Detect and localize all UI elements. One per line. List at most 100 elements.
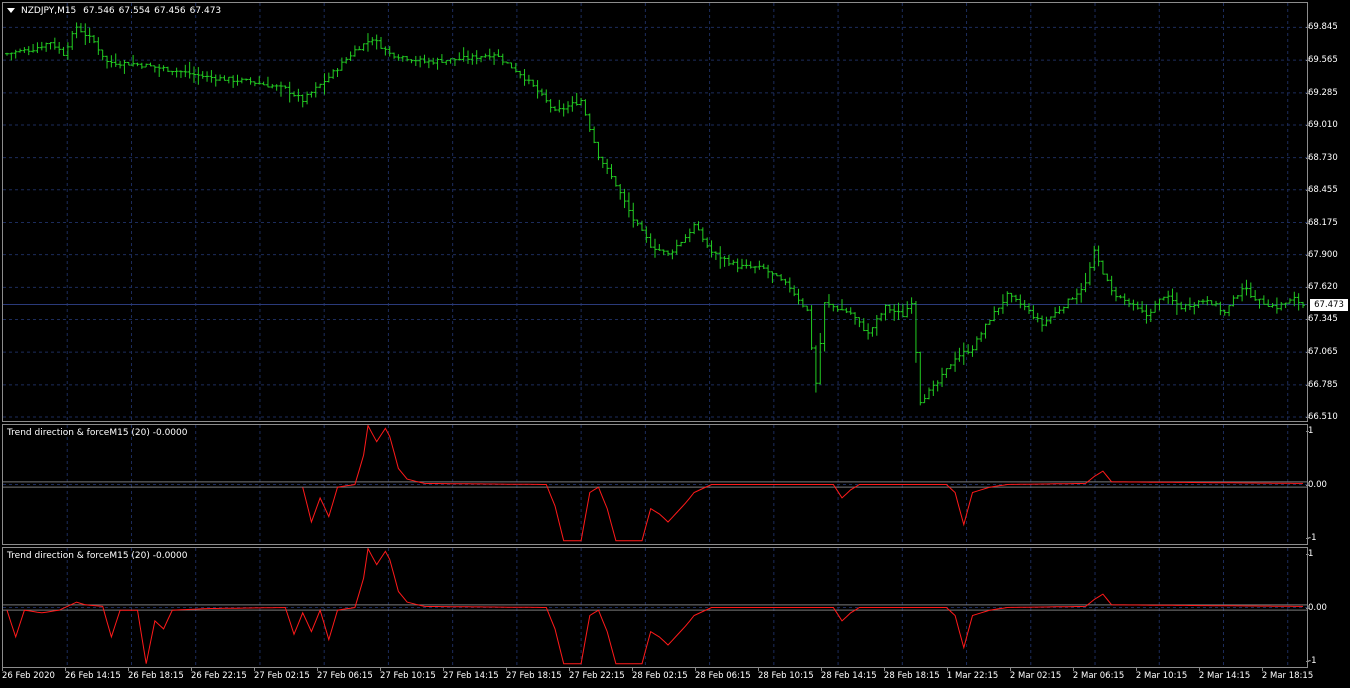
price-bar [1083, 272, 1088, 293]
price-bar [357, 46, 362, 51]
time-axis[interactable]: 26 Feb 2020 26 Feb 14:15 26 Feb 18:15 26 Fe… [2, 668, 1313, 688]
price-bar [200, 71, 205, 79]
price-bar [339, 57, 344, 71]
price-bar [226, 76, 231, 84]
indicator-1-scale[interactable]: 1 0.00 -1 [1305, 424, 1350, 545]
time-axis-tick: 27 Feb 14:15 [442, 668, 499, 681]
price-bar [574, 92, 579, 106]
price-scale[interactable]: 67.473 69.845 69.565 69.285 69.010 68.730 68.… [1306, 2, 1350, 422]
price-bar [196, 67, 201, 85]
price-bar [870, 327, 875, 337]
price-bar [753, 266, 758, 274]
price-bar [1248, 282, 1253, 299]
price-bar [622, 188, 627, 209]
price-bar [22, 47, 27, 53]
price-bar [187, 61, 192, 79]
price-scale-tick: 69.845 [1306, 22, 1338, 33]
low-value: 67.456 [154, 6, 186, 16]
price-bar [483, 53, 488, 58]
price-bar [148, 62, 153, 67]
price-bar [666, 250, 671, 257]
price-bar [592, 126, 597, 144]
price-bar [222, 75, 227, 81]
price-bar [1140, 301, 1145, 314]
price-bar [587, 113, 592, 132]
price-scale-tick: 68.175 [1306, 217, 1338, 228]
price-bar [1013, 294, 1018, 302]
price-bar [192, 66, 197, 83]
price-bar [683, 234, 688, 243]
price-bar [552, 106, 557, 112]
price-bar [535, 80, 540, 99]
close-value: 67.473 [189, 6, 222, 16]
price-bar [126, 61, 131, 66]
price-bar [1296, 293, 1301, 311]
price-bar [244, 78, 249, 81]
price-bar [400, 55, 405, 62]
price-bar [900, 304, 905, 318]
price-bar [613, 176, 618, 187]
price-bar [1105, 273, 1110, 282]
price-bar [583, 99, 588, 116]
price-bar [1205, 296, 1210, 306]
indicator-pane-1[interactable]: Trend direction & forceM15 (20) -0.0000 [2, 424, 1308, 545]
price-bar [700, 227, 705, 243]
price-bar [970, 345, 975, 357]
price-bar [913, 300, 918, 363]
price-bar [74, 22, 79, 39]
price-bar [818, 332, 823, 385]
indicator-2-scale[interactable]: 1 0.00 -1 [1305, 547, 1350, 668]
price-bar [465, 50, 470, 64]
price-bar [1113, 286, 1118, 302]
price-bar [265, 76, 270, 88]
price-bar [1040, 315, 1045, 332]
price-bar [174, 67, 179, 78]
menu-triangle-icon[interactable] [7, 8, 15, 13]
price-bar [474, 50, 479, 65]
price-bar [957, 347, 962, 362]
price-bar [209, 70, 214, 83]
price-bar [335, 68, 340, 78]
price-bar [309, 91, 314, 98]
price-chart-canvas[interactable] [3, 3, 1307, 421]
price-bar [1131, 299, 1136, 311]
price-bar [644, 226, 649, 243]
price-bar [26, 46, 31, 56]
price-bar [261, 81, 266, 86]
indicator-pane-2[interactable]: Trend direction & forceM15 (20) -0.0000 [2, 547, 1308, 668]
price-bar [35, 42, 40, 54]
price-scale-tick: 67.065 [1306, 347, 1338, 358]
price-bar [631, 202, 636, 228]
price-bar [1057, 306, 1062, 314]
price-bar [848, 307, 853, 315]
time-axis-tick: 27 Feb 22:15 [568, 668, 625, 681]
time-axis-tick: 28 Feb 18:15 [883, 668, 940, 681]
time-axis-tick: 27 Feb 02:15 [253, 668, 310, 681]
indicator-2-label: Trend direction & forceM15 (20) -0.0000 [7, 551, 188, 561]
price-bar [861, 318, 866, 332]
price-bar [9, 52, 14, 61]
price-bar [1287, 298, 1292, 304]
price-bar [252, 81, 257, 87]
high-value: 67.554 [118, 6, 151, 16]
symbol-label: NZDJPY,M15 [21, 6, 77, 16]
time-axis-tick: 28 Feb 02:15 [631, 668, 688, 681]
price-bar [509, 62, 514, 69]
price-bar [96, 37, 101, 55]
indicator-1-canvas[interactable] [3, 425, 1307, 544]
price-bar [1144, 304, 1149, 324]
price-bar [1148, 308, 1153, 322]
price-bar [648, 233, 653, 248]
price-bar [996, 307, 1001, 316]
price-bar [1022, 300, 1027, 311]
price-bar [1087, 262, 1092, 286]
time-axis-tick: 27 Feb 10:15 [379, 668, 436, 681]
price-chart-pane[interactable]: NZDJPY,M15 67.546 67.554 67.456 67.473 [2, 2, 1308, 422]
price-bar [131, 55, 136, 67]
price-bar [1218, 301, 1223, 316]
price-bar [548, 99, 553, 113]
indicator-2-canvas[interactable] [3, 548, 1307, 667]
price-scale-tick: 67.620 [1306, 282, 1338, 293]
price-bar [213, 74, 218, 87]
price-bar [687, 228, 692, 243]
